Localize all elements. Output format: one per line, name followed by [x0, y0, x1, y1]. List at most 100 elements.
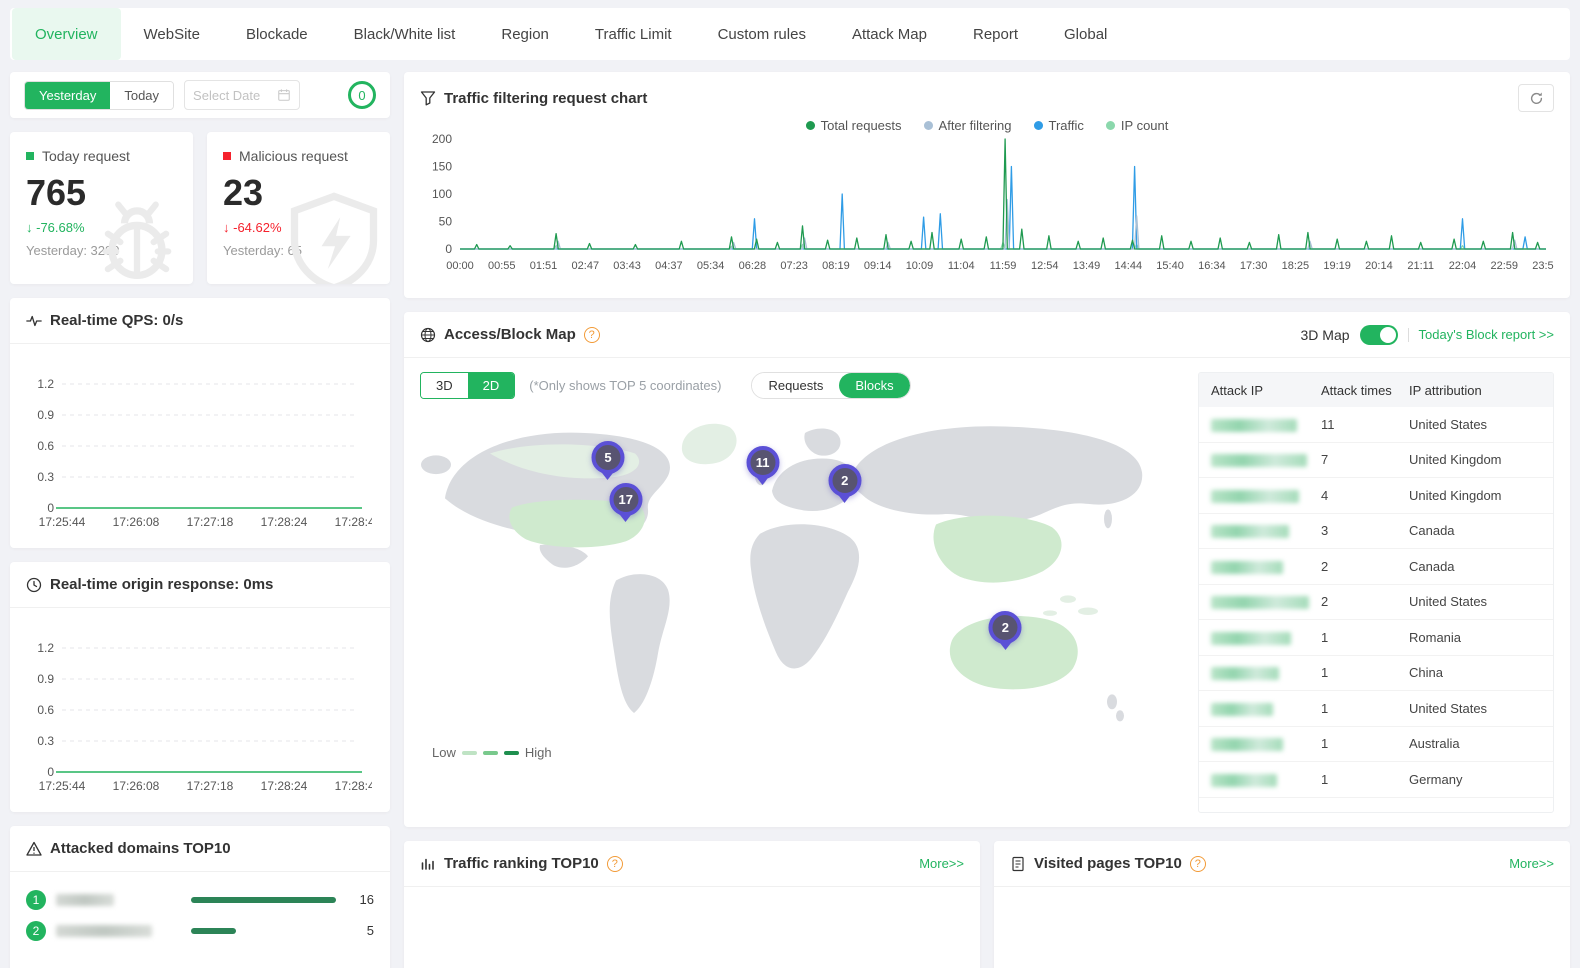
map-pin-value: 2: [828, 464, 861, 497]
realtime-qps-card: Real-time QPS: 0/s 00.30.60.91.217:25:44…: [10, 298, 390, 548]
attack-table-row: 1China: [1199, 656, 1553, 692]
attacked-domain-item[interactable]: 25: [26, 915, 374, 946]
help-icon[interactable]: ?: [1190, 856, 1206, 872]
svg-text:05:34: 05:34: [697, 260, 725, 272]
legend-label: After filtering: [939, 118, 1012, 133]
nav-tab-attack-map[interactable]: Attack Map: [829, 8, 950, 60]
legend-item[interactable]: Traffic: [1034, 118, 1084, 133]
attack-times-value: 1: [1319, 630, 1409, 645]
heat-dash-mid: [483, 751, 498, 755]
masked-attack-ip: [1211, 703, 1273, 716]
dashboard-page: OverviewWebSiteBlockadeBlack/White listR…: [0, 0, 1580, 968]
legend-item[interactable]: Total requests: [806, 118, 902, 133]
requests-button[interactable]: Requests: [752, 373, 839, 398]
blocks-button[interactable]: Blocks: [839, 373, 909, 398]
select-date-input[interactable]: Select Date: [184, 80, 300, 110]
attack-times-value: 3: [1319, 523, 1409, 538]
right-column: Traffic filtering request chart Total re…: [404, 72, 1570, 968]
map-pin[interactable]: 2: [828, 464, 861, 503]
masked-attack-ip: [1211, 667, 1279, 680]
svg-text:13:49: 13:49: [1073, 260, 1101, 272]
map-pin-tail: [998, 641, 1012, 650]
svg-text:19:19: 19:19: [1323, 260, 1351, 272]
map-pin-value: 5: [591, 441, 624, 474]
today-button[interactable]: Today: [110, 82, 173, 109]
nav-tab-region[interactable]: Region: [478, 8, 572, 60]
attack-times-value: 4: [1319, 488, 1409, 503]
nav-tab-website[interactable]: WebSite: [121, 8, 223, 60]
mode-2d-button[interactable]: 2D: [468, 373, 515, 398]
chart-legend: Total requests After filtering Traffic IP c…: [420, 118, 1554, 133]
map-pin[interactable]: 5: [591, 441, 624, 480]
attack-table-row: 1United States: [1199, 691, 1553, 727]
refresh-button[interactable]: [1518, 84, 1554, 112]
map-pin[interactable]: 17: [609, 483, 642, 522]
attack-table-row: 11United States: [1199, 407, 1553, 443]
legend-dot-icon: [1106, 121, 1115, 130]
domain-attack-count: 16: [346, 892, 374, 907]
block-report-link[interactable]: Today's Block report >>: [1419, 327, 1554, 342]
help-icon[interactable]: ?: [607, 856, 623, 872]
stat-title: Today request: [42, 148, 130, 164]
svg-text:08:19: 08:19: [822, 260, 850, 272]
svg-text:18:25: 18:25: [1282, 260, 1310, 272]
nav-tab-report[interactable]: Report: [950, 8, 1041, 60]
clock-icon: [26, 577, 42, 593]
legend-item[interactable]: IP count: [1106, 118, 1168, 133]
svg-text:17:25:44: 17:25:44: [39, 779, 86, 793]
attacked-domains-card: Attacked domains TOP10 1 16 25: [10, 826, 390, 968]
svg-text:20:14: 20:14: [1365, 260, 1393, 272]
heat-low-label: Low: [432, 745, 456, 760]
map-pin[interactable]: 2: [989, 611, 1022, 650]
green-square-icon: [26, 152, 34, 160]
yesterday-button[interactable]: Yesterday: [25, 82, 110, 109]
svg-text:12:54: 12:54: [1031, 260, 1059, 272]
visited-pages-more-link[interactable]: More>>: [1509, 856, 1554, 871]
mode-3d-button[interactable]: 3D: [421, 373, 468, 398]
svg-text:0: 0: [47, 501, 54, 515]
refresh-icon: [1529, 91, 1544, 106]
map-mode-segmented: 3D 2D: [420, 372, 515, 399]
svg-text:17:27:18: 17:27:18: [187, 515, 234, 529]
map-pin[interactable]: 11: [746, 446, 779, 485]
svg-text:17:25:44: 17:25:44: [39, 515, 86, 529]
nav-tab-overview[interactable]: Overview: [12, 8, 121, 60]
nav-tab-traffic-limit[interactable]: Traffic Limit: [572, 8, 695, 60]
svg-text:11:04: 11:04: [948, 260, 975, 272]
ip-attribution-value: United Kingdom: [1409, 452, 1553, 467]
malicious-request-card: Malicious request 23 ↓ -64.62% Yesterday…: [207, 132, 390, 284]
ip-attribution-value: Germany: [1409, 772, 1553, 787]
attack-table-rows: 11United States7United Kingdom4United Ki…: [1199, 407, 1553, 798]
attacked-domains-list: 1 16 25: [10, 872, 390, 946]
masked-attack-ip: [1211, 419, 1297, 432]
map-note: (*Only shows TOP 5 coordinates): [529, 378, 721, 393]
nav-tab-custom-rules[interactable]: Custom rules: [695, 8, 829, 60]
legend-dot-icon: [1034, 121, 1043, 130]
card-header: Traffic ranking TOP10 ? More>>: [404, 841, 980, 887]
svg-text:17:28:41: 17:28:41: [335, 779, 372, 793]
svg-text:04:37: 04:37: [655, 260, 683, 272]
ip-attribution-value: Romania: [1409, 630, 1553, 645]
nav-tab-black-white-list[interactable]: Black/White list: [331, 8, 479, 60]
heat-dash-low: [462, 751, 477, 755]
legend-dot-icon: [806, 121, 815, 130]
3d-map-toggle[interactable]: [1360, 325, 1398, 345]
status-badge[interactable]: 0: [348, 81, 376, 109]
nav-tab-global[interactable]: Global: [1041, 8, 1130, 60]
help-icon[interactable]: ?: [584, 327, 600, 343]
attack-table-row: 2Canada: [1199, 549, 1553, 585]
heat-legend: Low High: [420, 745, 1182, 760]
nav-tab-blockade[interactable]: Blockade: [223, 8, 331, 60]
world-map[interactable]: 5 17 11 2 2: [420, 405, 1160, 741]
date-filter-card: Yesterday Today Select Date 0: [10, 72, 390, 118]
card-title: Attacked domains TOP10: [50, 840, 231, 857]
shield-bolt-icon: [282, 188, 386, 284]
legend-item[interactable]: After filtering: [924, 118, 1012, 133]
world-map-svg: [420, 405, 1160, 741]
heat-high-label: High: [525, 745, 552, 760]
rank-badge: 1: [26, 890, 46, 910]
calendar-icon: [277, 88, 291, 102]
traffic-ranking-more-link[interactable]: More>>: [919, 856, 964, 871]
svg-text:00:00: 00:00: [446, 260, 474, 272]
attacked-domain-item[interactable]: 1 16: [26, 884, 374, 915]
